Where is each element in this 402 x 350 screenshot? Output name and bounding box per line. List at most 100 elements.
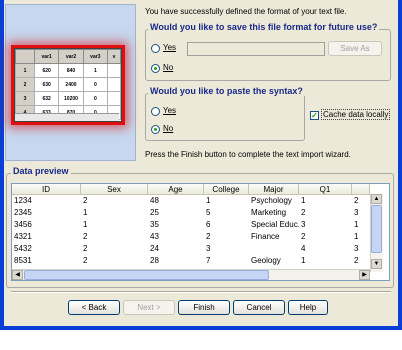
illustration-cell: 620 <box>33 63 60 78</box>
table-cell: 1 <box>354 232 359 241</box>
table-cell: 2 <box>83 196 88 205</box>
table-cell: 5 <box>206 208 211 217</box>
illustration-row-number: 1 <box>15 63 35 78</box>
table-cell: 28 <box>150 256 159 265</box>
table-cell: 2 <box>83 256 88 265</box>
save-format-yes-text: Yes <box>163 43 177 52</box>
save-format-path-field <box>187 42 325 56</box>
table-cell: 24 <box>150 244 159 253</box>
table-cell: 48 <box>150 196 159 205</box>
column-header-college[interactable]: College <box>204 184 249 195</box>
paste-syntax-no-radio[interactable] <box>151 125 160 134</box>
illustration-cell <box>107 91 121 106</box>
save-format-no-label[interactable]: No <box>163 63 173 72</box>
save-format-no-radio[interactable] <box>151 64 160 73</box>
scroll-right-button[interactable]: ▶ <box>359 270 370 280</box>
desktop-background <box>0 330 402 350</box>
table-cell: 3 <box>301 220 306 229</box>
table-cell: 35 <box>150 220 159 229</box>
illustration-cell: 10200 <box>58 91 84 106</box>
illustration-col-header: var2 <box>58 49 84 64</box>
save-format-no-text: No <box>163 63 174 72</box>
illustration-col-header: var1 <box>33 49 60 64</box>
table-cell: 1 <box>354 220 359 229</box>
paste-syntax-yes-radio[interactable] <box>151 107 160 116</box>
table-cell: Psychology <box>251 196 292 205</box>
table-cell: 2345 <box>14 208 32 217</box>
illustration-cell: 0 <box>82 91 109 106</box>
table-cell: 3 <box>354 208 359 217</box>
cache-data-checkbox[interactable]: ✓ <box>310 111 319 120</box>
scroll-down-button[interactable]: ▼ <box>371 259 382 269</box>
save-as-button[interactable]: Save As <box>328 41 382 56</box>
table-cell: 43 <box>150 232 159 241</box>
illustration-row-number: 2 <box>15 77 35 92</box>
table-cell <box>251 244 299 254</box>
next-button[interactable]: Next > <box>123 300 175 315</box>
illustration-cell: 1 <box>82 63 109 78</box>
table-cell: 6 <box>206 220 211 229</box>
back-button-label: < Back <box>81 303 107 312</box>
table-cell: 1 <box>206 196 211 205</box>
back-button[interactable]: < Back <box>68 300 120 315</box>
column-header-next[interactable] <box>352 184 370 195</box>
illustration-cell: 630 <box>33 77 60 92</box>
paste-syntax-yes-label[interactable]: Yes <box>163 106 176 115</box>
intro-text: You have successfully defined the format… <box>145 7 347 16</box>
illustration-scrollbar <box>15 113 119 121</box>
cancel-button[interactable]: Cancel <box>233 300 285 315</box>
illustration-col-header: v <box>107 49 121 64</box>
paste-syntax-group <box>145 93 305 141</box>
table-cell: 5432 <box>14 244 32 253</box>
cache-data-label[interactable]: Cache data locally <box>321 109 391 120</box>
illustration-cell <box>107 63 121 78</box>
vertical-scrollbar[interactable]: ▲ ▼ <box>370 194 383 272</box>
table-cell: 2 <box>83 232 88 241</box>
illustration-cell: 0 <box>82 77 109 92</box>
column-header-q1[interactable]: Q1 <box>299 184 352 195</box>
horizontal-scrollbar[interactable]: ◀ ▶ <box>12 269 370 280</box>
table-cell: 25 <box>150 208 159 217</box>
table-cell: 2 <box>206 232 211 241</box>
finish-hint-text: Press the Finish button to complete the … <box>145 150 351 159</box>
illustration-mini-grid: var1 var2 var3 v 1 620 840 1 2 630 2400 … <box>14 48 122 122</box>
table-cell: 3 <box>354 244 359 253</box>
table-cell: 8531 <box>14 256 32 265</box>
column-header-major[interactable]: Major <box>249 184 299 195</box>
paste-syntax-yes-text: Yes <box>163 106 177 115</box>
horizontal-scroll-thumb[interactable] <box>24 270 269 280</box>
data-preview-grid[interactable]: ID Sex Age College Major Q1 1234 2 48 1 … <box>11 183 390 281</box>
finish-button[interactable]: Finish <box>178 300 230 315</box>
illustration-row-number: 3 <box>15 91 35 106</box>
table-cell: 3 <box>206 244 211 253</box>
illustration-cell <box>107 77 121 92</box>
vertical-scroll-thumb[interactable] <box>371 205 382 253</box>
table-cell: 2 <box>354 196 359 205</box>
save-format-yes-radio[interactable] <box>151 44 160 53</box>
illustration-cell: 2400 <box>58 77 84 92</box>
table-cell: 4321 <box>14 232 32 241</box>
table-cell: 2 <box>301 208 306 217</box>
scroll-left-button[interactable]: ◀ <box>12 270 23 280</box>
paste-syntax-no-text: No <box>163 124 174 133</box>
paste-syntax-title: Would you like to paste the syntax? <box>148 86 305 96</box>
column-header-age[interactable]: Age <box>148 184 204 195</box>
paste-syntax-no-label[interactable]: No <box>163 124 173 133</box>
table-cell: 2 <box>83 244 88 253</box>
table-cell: Geology <box>251 256 281 265</box>
table-cell: 1234 <box>14 196 32 205</box>
illustration-col-header: var3 <box>82 49 109 64</box>
scroll-up-button[interactable]: ▲ <box>371 194 382 204</box>
illustration-cell: 840 <box>58 63 84 78</box>
table-cell: 1 <box>83 220 88 229</box>
table-cell: Special Educ... <box>251 220 299 229</box>
save-format-yes-label[interactable]: Yes <box>163 43 176 52</box>
column-header-id[interactable]: ID <box>12 184 81 195</box>
button-separator <box>11 291 391 293</box>
table-cell: 1 <box>301 196 306 205</box>
column-header-sex[interactable]: Sex <box>81 184 148 195</box>
help-button[interactable]: Help <box>288 300 328 315</box>
table-cell: 3456 <box>14 220 32 229</box>
window-border-right <box>398 0 402 330</box>
save-format-title: Would you like to save this file format … <box>148 22 380 32</box>
